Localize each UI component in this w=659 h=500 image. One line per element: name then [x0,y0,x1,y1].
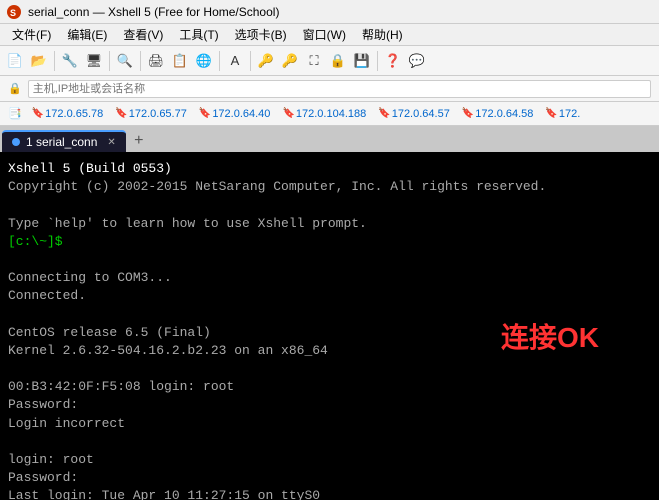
terminal[interactable]: Xshell 5 (Build 0553) Copyright (c) 2002… [0,152,659,500]
menu-view[interactable]: 查看(V) [115,24,171,45]
toolbar-separator-2 [109,51,110,71]
tab-indicator [12,138,20,146]
active-tab[interactable]: 1 serial_conn ✕ [2,130,126,152]
menu-file[interactable]: 文件(F) [4,24,59,45]
terminal-line-13: 00:B3:42:0F:F5:08 login: root [8,378,651,396]
menu-edit[interactable]: 编辑(E) [59,24,115,45]
terminal-line-5: [c:\~]$ [8,233,651,251]
terminal-line-2: Copyright (c) 2002-2015 NetSarang Comput… [8,178,651,196]
find-button[interactable]: 🔍 [114,50,136,72]
terminal-line-1: Xshell 5 (Build 0553) [8,160,651,178]
bookmark-icon-5: 🔖 [378,108,390,119]
title-bar-text: serial_conn — Xshell 5 (Free for Home/Sc… [28,5,279,19]
toolbar: 📄 📂 🔧 🖥 🔍 🖨 📋 🌐 A 🔑 🔑 ⛶ 🔒 💾 ❓ 💬 [0,46,659,76]
bookmark-icon-3: 🔖 [199,108,211,119]
bookmark-4[interactable]: 🔖 172.0.104.188 [276,106,372,122]
menu-help[interactable]: 帮助(H) [354,24,411,45]
address-bar: 🔒 [0,76,659,102]
terminal-line-8: Connected. [8,287,651,305]
terminal-line-14: Password: [8,396,651,414]
bookmark-icon-7: 🔖 [545,108,557,119]
terminal-line-15: Login incorrect [8,415,651,433]
print-button[interactable]: 🖨 [145,50,167,72]
help-button[interactable]: ❓ [382,50,404,72]
terminal-line-7: Connecting to COM3... [8,269,651,287]
toolbar-separator-1 [54,51,55,71]
toolbar-separator-6 [377,51,378,71]
bookmarks-icon: 📑 [4,107,26,120]
bookmark-icon-1: 🔖 [32,108,44,119]
terminal-line-19: Last login: Tue Apr 10 11:27:15 on ttyS0 [8,487,651,500]
font-button[interactable]: A [224,50,246,72]
tab-close-button[interactable]: ✕ [107,137,115,148]
clipboard-button[interactable]: 📋 [169,50,191,72]
lock-button[interactable]: 🔒 [327,50,349,72]
menu-tabs[interactable]: 选项卡(B) [227,24,295,45]
address-input[interactable] [28,80,651,98]
connection-ok-text: 连接OK [501,318,599,357]
terminal-line-12 [8,360,651,378]
bookmarks-bar: 📑 🔖 172.0.65.78 🔖 172.0.65.77 🔖 172.0.64… [0,102,659,126]
address-lock-icon: 🔒 [8,82,22,95]
tab-bar: 1 serial_conn ✕ + [0,126,659,152]
svg-text:S: S [10,8,16,18]
toolbar-separator-5 [250,51,251,71]
bookmark-6[interactable]: 🔖 172.0.64.58 [456,106,540,122]
agent-button[interactable]: 🔑 [279,50,301,72]
transfer-button[interactable]: 💾 [351,50,373,72]
toolbar-separator-4 [219,51,220,71]
bookmark-icon-2: 🔖 [115,108,127,119]
menu-tools[interactable]: 工具(T) [171,24,226,45]
bookmark-3[interactable]: 🔖 172.0.64.40 [193,106,277,122]
new-tab-button[interactable]: + [128,130,150,152]
bookmark-icon-4: 🔖 [282,108,294,119]
bookmark-icon-6: 🔖 [462,108,474,119]
terminal-line-18: Password: [8,469,651,487]
fullscreen-button[interactable]: ⛶ [303,50,325,72]
bookmark-2[interactable]: 🔖 172.0.65.77 [109,106,193,122]
open-button[interactable]: 📂 [28,50,50,72]
bookmark-1[interactable]: 🔖 172.0.65.78 [26,106,110,122]
menu-window[interactable]: 窗口(W) [295,24,354,45]
new-session-button[interactable]: 📄 [4,50,26,72]
terminal-line-16 [8,433,651,451]
terminal-line-6 [8,251,651,269]
toolbar-separator-3 [140,51,141,71]
app-icon: S [6,4,22,20]
terminal-line-17: login: root [8,451,651,469]
info-button[interactable]: 💬 [406,50,428,72]
bookmark-7[interactable]: 🔖 172. [539,106,586,122]
bookmark-5[interactable]: 🔖 172.0.64.57 [372,106,456,122]
terminal-line-3 [8,196,651,214]
terminal-button[interactable]: 🖥 [83,50,105,72]
key-button[interactable]: 🔑 [255,50,277,72]
title-bar: S serial_conn — Xshell 5 (Free for Home/… [0,0,659,24]
globe-button[interactable]: 🌐 [193,50,215,72]
tab-label: 1 serial_conn [26,135,97,149]
menu-bar: 文件(F) 编辑(E) 查看(V) 工具(T) 选项卡(B) 窗口(W) 帮助(… [0,24,659,46]
properties-button[interactable]: 🔧 [59,50,81,72]
terminal-line-4: Type `help' to learn how to use Xshell p… [8,215,651,233]
